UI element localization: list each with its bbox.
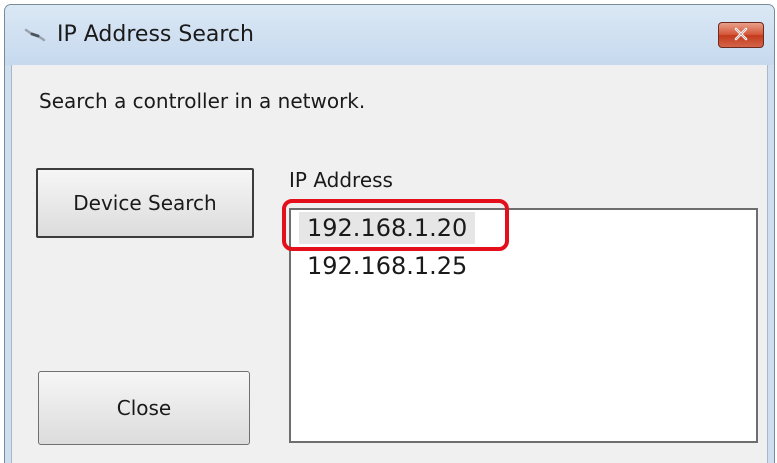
close-icon (733, 26, 749, 45)
network-device-icon (24, 27, 46, 43)
instruction-text: Search a controller in a network. (39, 89, 366, 113)
ip-search-window: IP Address Search Search a controller in… (4, 4, 775, 463)
list-item-ip-2[interactable]: 192.168.1.25 (299, 250, 475, 282)
window-close-button[interactable] (718, 22, 764, 48)
device-search-button[interactable]: Device Search (36, 168, 254, 238)
window-title: IP Address Search (57, 22, 254, 47)
ip-address-label: IP Address (289, 168, 393, 192)
list-item-ip-1[interactable]: 192.168.1.20 (299, 212, 476, 244)
dialog-content: Search a controller in a network. Device… (11, 65, 768, 463)
ip-address-list[interactable]: 192.168.1.20 192.168.1.25 (289, 208, 758, 443)
title-bar[interactable]: IP Address Search (5, 5, 774, 65)
close-button[interactable]: Close (38, 371, 250, 445)
